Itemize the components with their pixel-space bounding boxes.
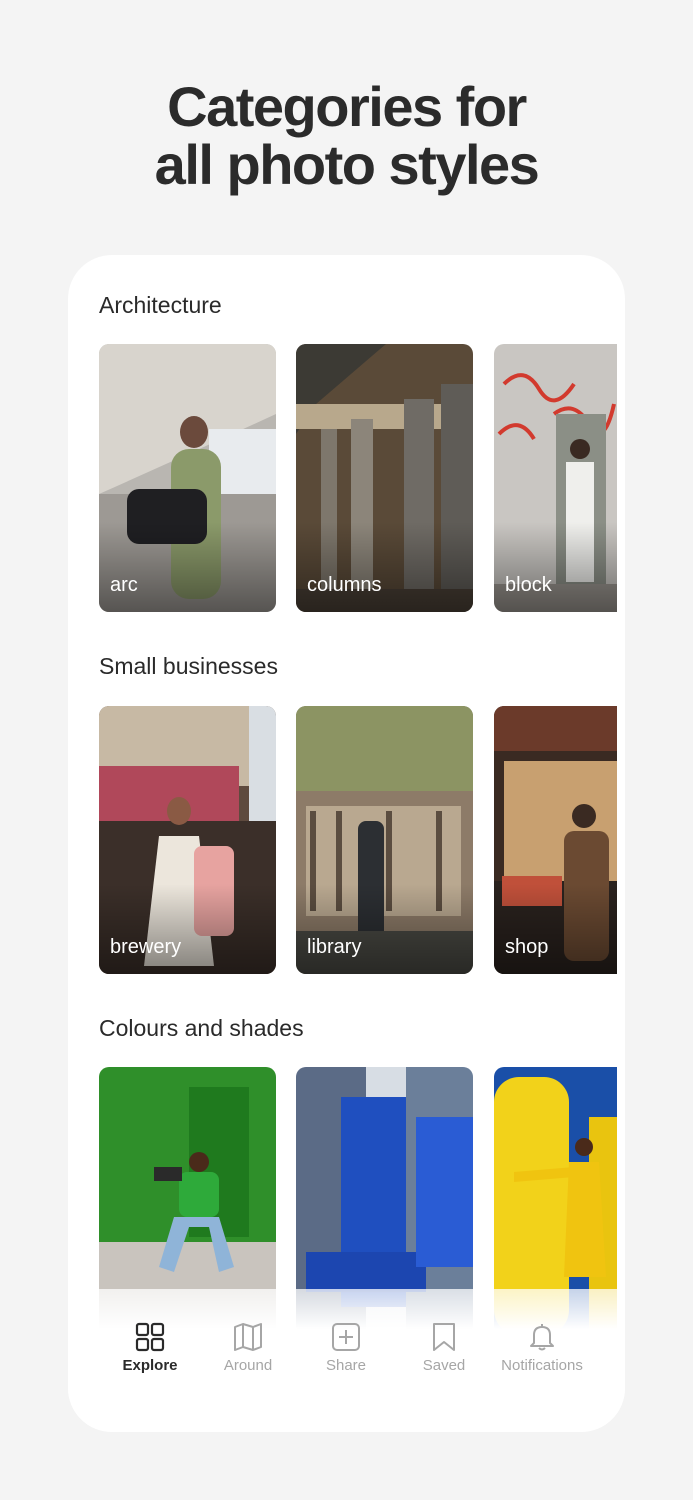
grid-icon <box>135 1322 165 1352</box>
tab-label-explore: Explore <box>122 1357 178 1374</box>
headline-line-2: all photo styles <box>154 133 540 196</box>
tab-label-saved: Saved <box>422 1357 466 1374</box>
category-tile-block[interactable]: block <box>494 344 617 612</box>
tile-label-block: block <box>505 574 552 596</box>
tile-shade <box>296 522 473 612</box>
bell-icon <box>530 1324 554 1351</box>
tile-label-columns: columns <box>307 574 382 596</box>
category-tile-arc[interactable]: arc <box>99 344 276 612</box>
map-icon <box>234 1323 262 1351</box>
section-title-architecture: Architecture <box>99 292 222 318</box>
tab-notifications[interactable]: Notifications <box>492 1321 592 1374</box>
tab-label-around: Around <box>223 1357 273 1374</box>
tile-shade <box>494 884 617 974</box>
section-title-small-businesses: Small businesses <box>99 653 278 679</box>
tile-shade <box>494 522 617 612</box>
tile-label-arc: arc <box>110 574 138 596</box>
app-screen: Architecture arc columns block Small bus… <box>68 255 625 1432</box>
bookmark-icon <box>433 1323 455 1351</box>
bottom-tab-bar: Explore Around Share Saved Notifications <box>68 1289 625 1432</box>
tile-shade <box>99 522 276 612</box>
tab-share[interactable]: Share <box>296 1321 396 1374</box>
category-tile-shop[interactable]: shop <box>494 706 617 974</box>
tab-around[interactable]: Around <box>198 1321 298 1374</box>
tile-label-shop: shop <box>505 936 549 958</box>
tab-label-notifications: Notifications <box>501 1357 583 1374</box>
headline: Categories for all photo styles <box>0 78 693 194</box>
tile-shade <box>296 884 473 974</box>
category-tile-brewery[interactable]: brewery <box>99 706 276 974</box>
tile-shade <box>99 884 276 974</box>
tile-label-brewery: brewery <box>110 936 182 958</box>
tab-explore[interactable]: Explore <box>100 1321 200 1374</box>
tab-saved[interactable]: Saved <box>394 1321 494 1374</box>
tab-label-share: Share <box>325 1357 367 1374</box>
section-title-colours-and-shades: Colours and shades <box>99 1015 304 1041</box>
category-tile-library[interactable]: library <box>296 706 473 974</box>
headline-line-1: Categories for <box>167 75 527 138</box>
tile-label-library: library <box>307 936 362 958</box>
category-tile-columns[interactable]: columns <box>296 344 473 612</box>
plus-square-icon <box>332 1323 360 1351</box>
